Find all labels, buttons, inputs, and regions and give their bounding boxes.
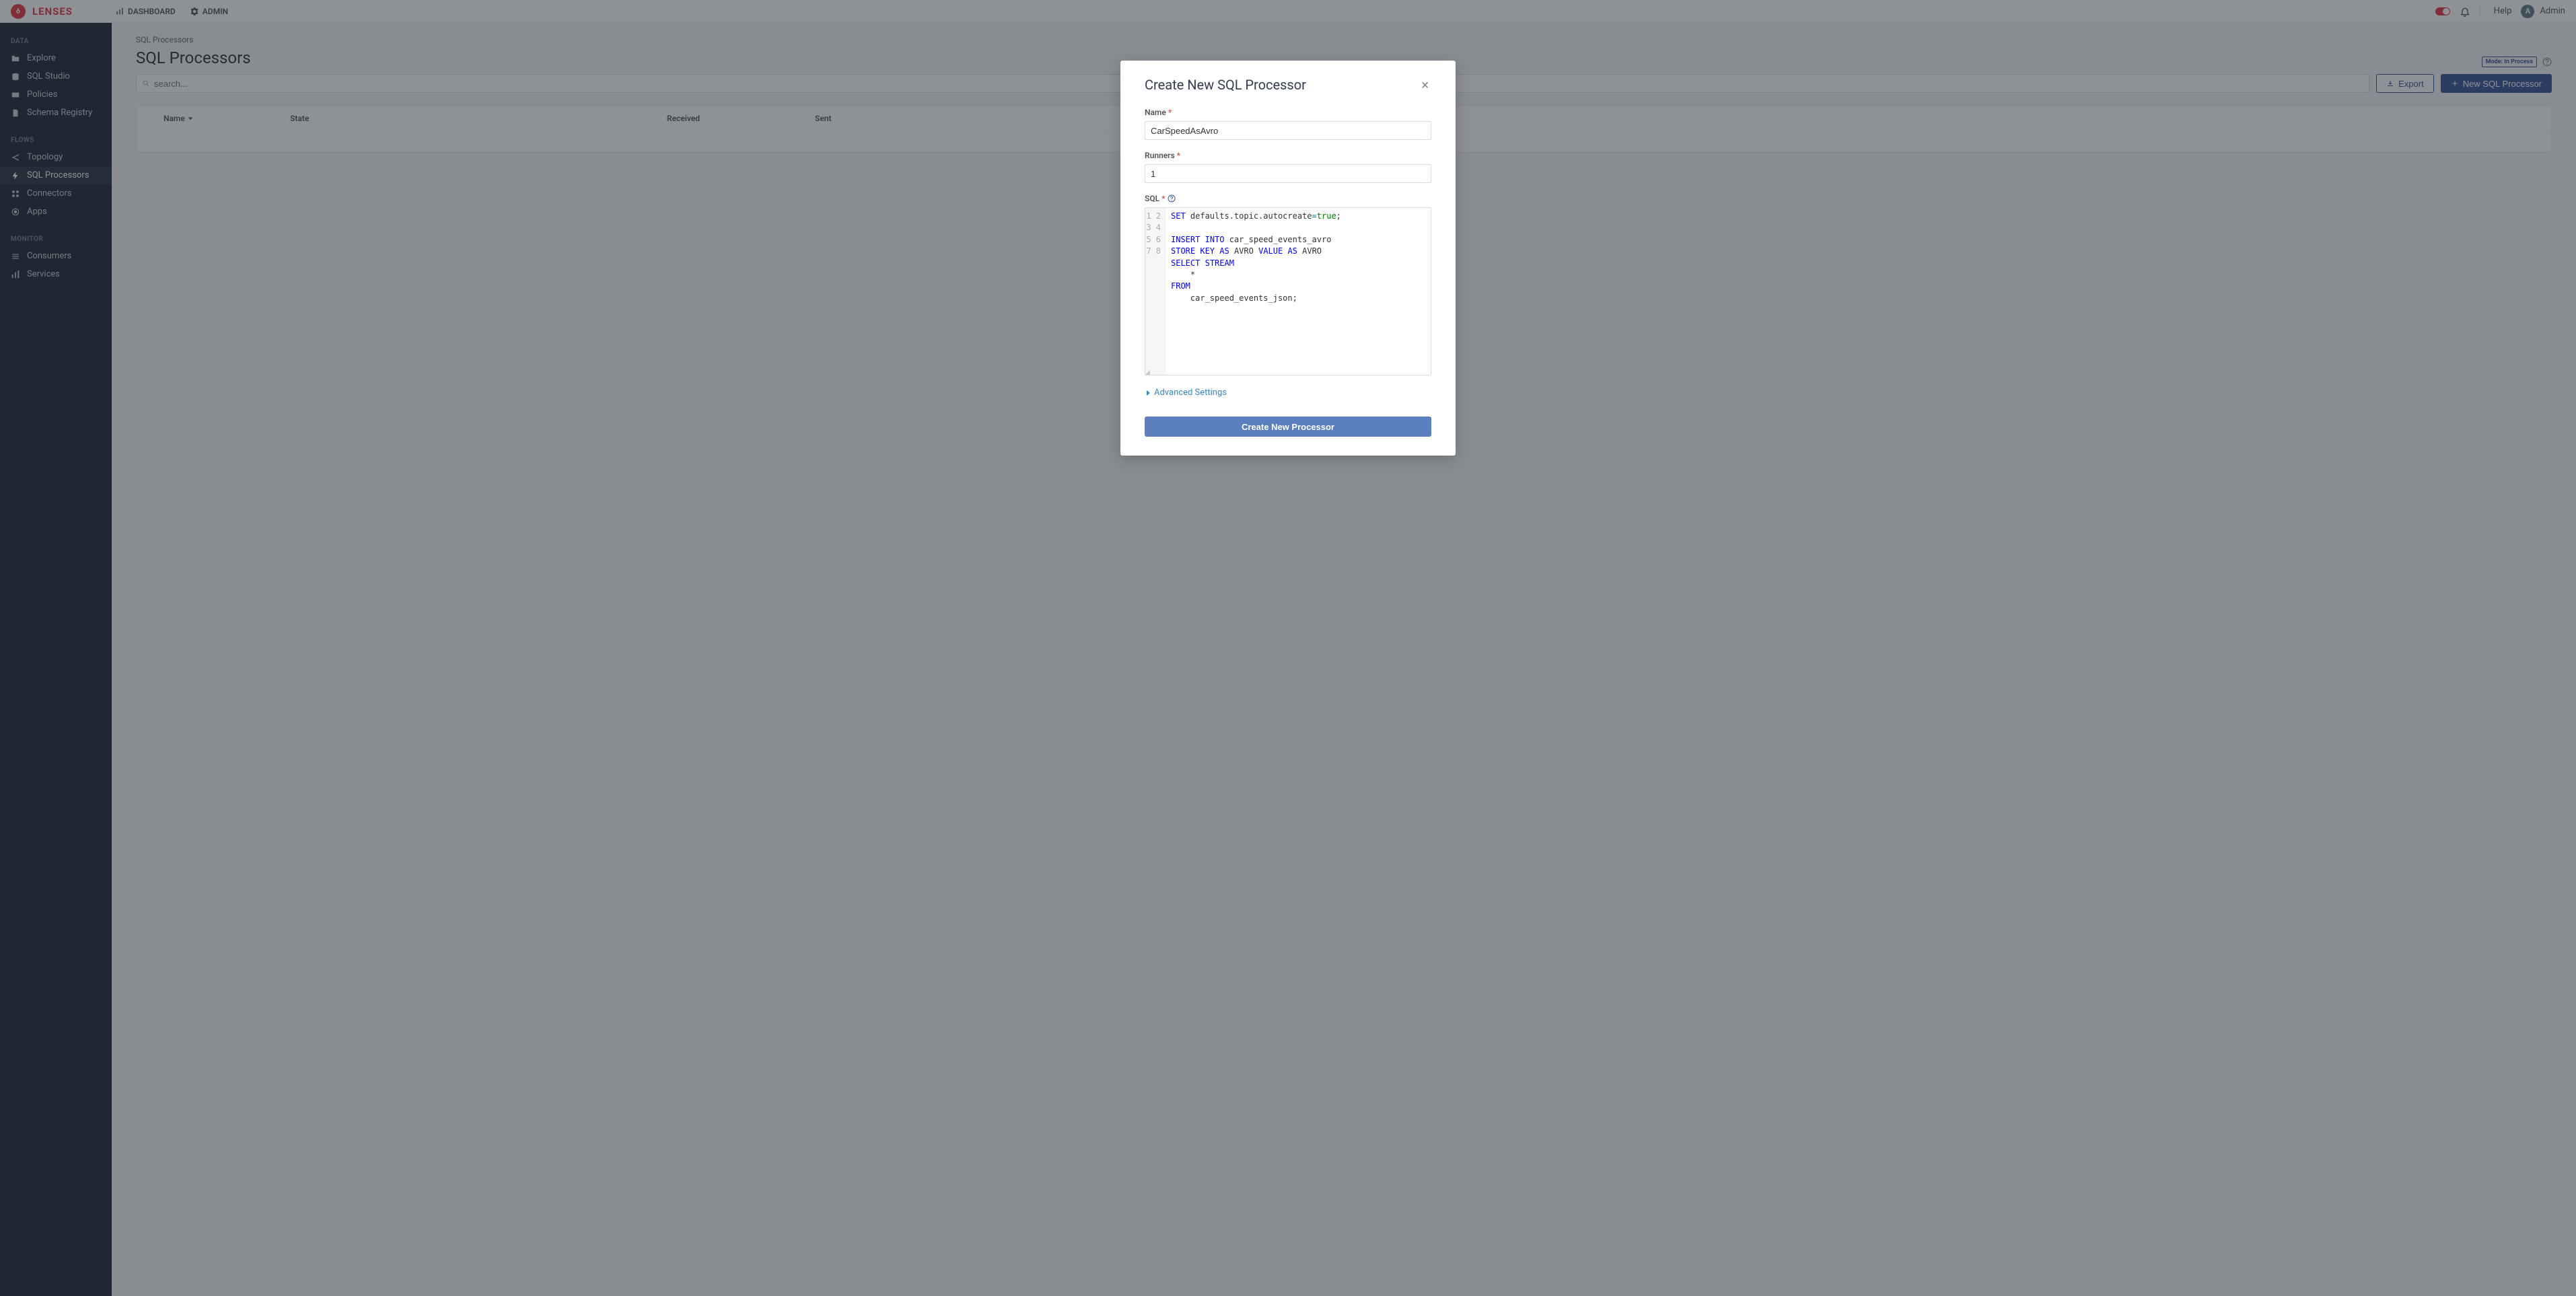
modal-title: Create New SQL Processor — [1145, 77, 1306, 93]
sql-label: SQL * — [1145, 194, 1165, 203]
editor-code[interactable]: SET defaults.topic.autocreate=true; INSE… — [1166, 208, 1431, 375]
required-mark: * — [1177, 151, 1180, 160]
name-label: Name * — [1145, 108, 1431, 117]
chevron-right-icon — [1145, 390, 1151, 396]
editor-resize-handle[interactable] — [1145, 370, 1150, 375]
runners-input[interactable] — [1145, 164, 1431, 183]
name-label-text: Name — [1145, 108, 1166, 117]
required-mark: * — [1168, 108, 1172, 117]
create-processor-submit-label: Create New Processor — [1242, 422, 1334, 432]
modal-overlay[interactable]: Create New SQL Processor × Name * Runner… — [0, 0, 2576, 1296]
runners-label-text: Runners — [1145, 151, 1175, 160]
modal-close-button[interactable]: × — [1419, 75, 1431, 94]
name-input[interactable] — [1145, 121, 1431, 140]
editor-gutter: 1 2 3 4 5 6 7 8 — [1145, 208, 1166, 375]
required-mark: * — [1161, 194, 1165, 203]
sql-help-icon[interactable] — [1168, 194, 1176, 203]
sql-label-text: SQL — [1145, 194, 1159, 203]
create-processor-submit[interactable]: Create New Processor — [1145, 417, 1431, 437]
create-processor-modal: Create New SQL Processor × Name * Runner… — [1120, 61, 1456, 456]
advanced-settings-label: Advanced Settings — [1154, 388, 1227, 398]
sql-editor[interactable]: 1 2 3 4 5 6 7 8 SET defaults.topic.autoc… — [1145, 207, 1431, 375]
runners-label: Runners * — [1145, 151, 1431, 160]
advanced-settings-toggle[interactable]: Advanced Settings — [1145, 388, 1431, 398]
